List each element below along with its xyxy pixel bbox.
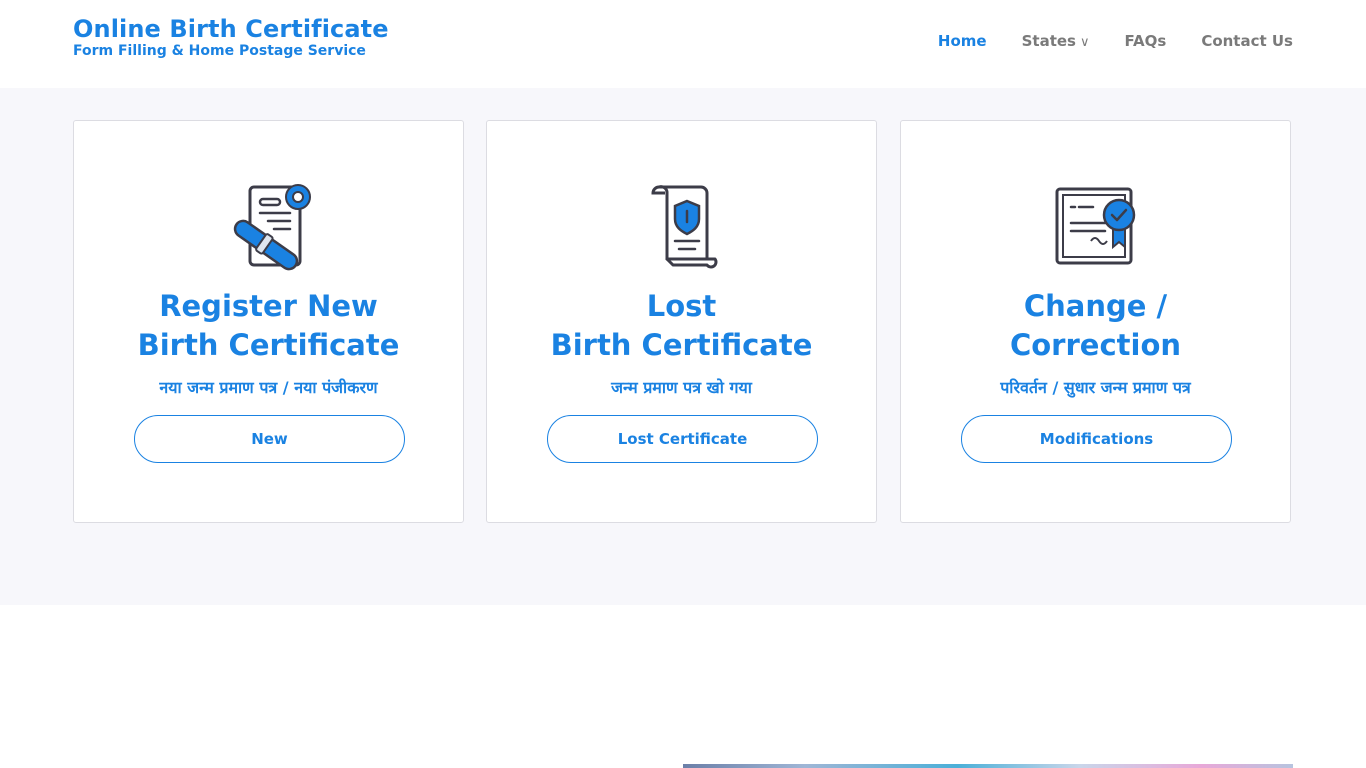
modifications-button[interactable]: Modifications: [961, 415, 1232, 463]
certificate-badge-icon: [1055, 187, 1136, 265]
banner-image: [683, 764, 1293, 768]
main-nav: Home States ∨ FAQs Contact Us: [938, 32, 1293, 50]
card-title-line2: Birth Certificate: [550, 328, 813, 362]
card-title-line1: Register New: [159, 289, 378, 323]
scroll-shield-icon: [651, 185, 718, 269]
card-title-line1: Lost: [646, 289, 717, 323]
lost-certificate-button[interactable]: Lost Certificate: [547, 415, 818, 463]
card-subtitle-hindi: जन्म प्रमाण पत्र खो गया: [611, 378, 752, 397]
card-title-line2: Correction: [1009, 328, 1182, 362]
nav-states[interactable]: States ∨: [1022, 32, 1090, 50]
card-subtitle-hindi: नया जन्म प्रमाण पत्र / नया पंजीकरण: [159, 378, 378, 397]
card-title-line1: Change /: [1023, 289, 1168, 323]
card-lost-certificate: Lost Birth Certificate जन्म प्रमाण पत्र …: [486, 120, 877, 523]
card-title: Lost Birth Certificate: [487, 287, 876, 365]
card-change-correction: Change / Correction परिवर्तन / सुधार जन्…: [900, 120, 1291, 523]
certificate-scroll-gear-icon: [233, 184, 311, 271]
brand-subtitle: Form Filling & Home Postage Service: [73, 43, 366, 59]
brand-title[interactable]: Online Birth Certificate: [73, 14, 389, 44]
site-header: Online Birth Certificate Form Filling & …: [0, 0, 1366, 88]
card-title: Register New Birth Certificate: [74, 287, 463, 365]
card-register-new: Register New Birth Certificate नया जन्म …: [73, 120, 464, 523]
brand[interactable]: Online Birth Certificate Form Filling & …: [73, 14, 389, 58]
nav-states-label: States: [1021, 32, 1076, 50]
nav-contact-us[interactable]: Contact Us: [1201, 32, 1293, 50]
nav-faqs[interactable]: FAQs: [1124, 32, 1166, 50]
nav-home[interactable]: Home: [938, 32, 987, 50]
card-subtitle-hindi: परिवर्तन / सुधार जन्म प्रमाण पत्र: [1000, 378, 1191, 397]
card-title: Change / Correction: [901, 287, 1290, 365]
card-title-line2: Birth Certificate: [137, 328, 400, 362]
new-button[interactable]: New: [134, 415, 405, 463]
chevron-down-icon: ∨: [1079, 35, 1090, 50]
